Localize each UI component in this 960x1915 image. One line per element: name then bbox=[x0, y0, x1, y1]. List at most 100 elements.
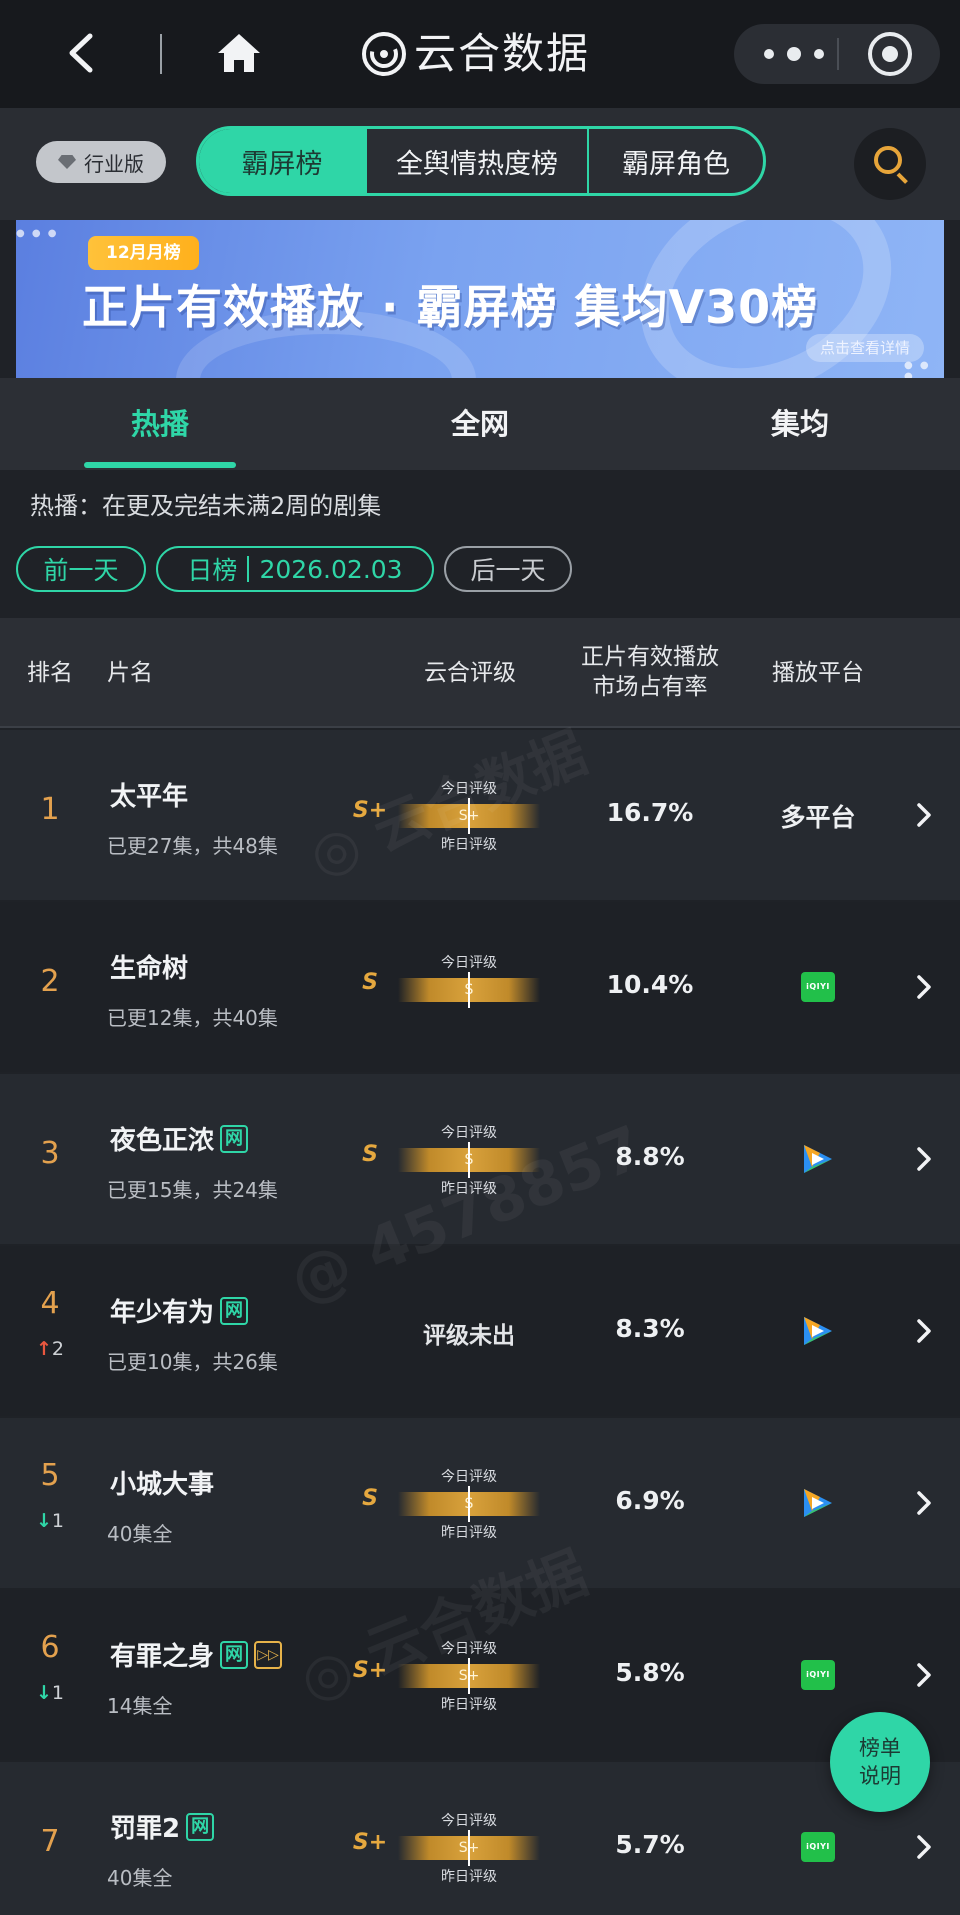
rank-number: 2 bbox=[40, 964, 60, 999]
nav-divider bbox=[160, 34, 162, 74]
scope-tabs: 热播 全网 集均 bbox=[0, 378, 960, 470]
back-icon[interactable] bbox=[62, 28, 102, 78]
table-row[interactable]: 3 夜色正浓网已更15集，共24集 S 今日评级S昨日评级 8.8% bbox=[0, 1074, 960, 1244]
rating-pending: 评级未出 bbox=[423, 1323, 515, 1349]
today-rating-label: 今日评级 bbox=[441, 781, 497, 797]
help-line2: 说明 bbox=[859, 1764, 901, 1788]
rating-grade: S bbox=[362, 1142, 378, 1167]
table-row[interactable]: 4 ↑2 年少有为网已更10集，共26集 评级未出 8.3% bbox=[0, 1246, 960, 1416]
target-icon[interactable] bbox=[868, 32, 912, 76]
drama-title[interactable]: 小城大事 bbox=[110, 1464, 214, 1501]
web-drama-badge: 网 bbox=[220, 1296, 249, 1325]
tab-screen-roles[interactable]: 霸屏角色 bbox=[589, 129, 763, 193]
header-share-line1: 正片有效播放 bbox=[581, 644, 719, 670]
capsule-divider bbox=[837, 38, 839, 70]
market-share: 5.7% bbox=[615, 1830, 685, 1859]
search-button[interactable] bbox=[854, 128, 926, 200]
header-controls: 行业版 霸屏榜 全舆情热度榜 霸屏角色 bbox=[0, 108, 960, 220]
header-title: 片名 bbox=[107, 660, 153, 686]
tencent-video-icon bbox=[800, 1142, 836, 1176]
chevron-right-icon[interactable] bbox=[912, 1488, 936, 1518]
drama-title[interactable]: 生命树 bbox=[110, 948, 188, 985]
day-list-label: 日榜 bbox=[187, 556, 238, 585]
header-share-line2: 市场占有率 bbox=[592, 674, 708, 700]
today-rating-label: 今日评级 bbox=[441, 1813, 497, 1829]
banner-detail-link[interactable]: 点击查看详情 bbox=[806, 334, 925, 362]
tab-hot[interactable]: 热播 bbox=[0, 378, 320, 470]
market-share: 8.3% bbox=[615, 1314, 685, 1343]
month-tag: 12月月榜 bbox=[88, 236, 199, 270]
drama-title-text: 生命树 bbox=[110, 954, 189, 984]
tab-public-opinion[interactable]: 全舆情热度榜 bbox=[367, 129, 589, 193]
drama-title[interactable]: 罚罪2 网 bbox=[110, 1808, 215, 1845]
date-selector[interactable]: 日榜 2026.02.03 bbox=[156, 546, 434, 592]
drama-title[interactable]: 有罪之身网 ▷▷ bbox=[110, 1636, 283, 1673]
iqiyi-icon: iQIYI bbox=[801, 972, 835, 1002]
table-row[interactable]: 7 罚罪2网 40集全 S+ 今日评级S+昨日评级 5.7% iQIYI bbox=[0, 1762, 960, 1915]
diamond-icon bbox=[58, 155, 76, 169]
header-platform: 播放平台 bbox=[772, 660, 864, 686]
promo-banner[interactable]: ● ● ● ● ● ● 12月月榜 正片有效播放 · 霸屏榜 集均V30榜 点击… bbox=[16, 220, 944, 378]
market-share: 5.8% bbox=[615, 1658, 685, 1687]
ranking-help-button[interactable]: 榜单 说明 bbox=[830, 1712, 930, 1812]
tab-per-episode[interactable]: 集均 bbox=[640, 378, 960, 470]
tab-all-network[interactable]: 全网 bbox=[320, 378, 640, 470]
drama-title-text: 太平年 bbox=[110, 782, 189, 812]
rating-comparison: 今日评级S bbox=[398, 952, 540, 1028]
ranking-segment-tabs: 霸屏榜 全舆情热度榜 霸屏角色 bbox=[196, 126, 766, 196]
episode-progress: 已更27集，共48集 bbox=[107, 834, 278, 858]
more-dots-icon[interactable] bbox=[764, 38, 824, 70]
chevron-right-icon[interactable] bbox=[912, 1144, 936, 1174]
rating-grade: S bbox=[362, 1486, 378, 1511]
industry-edition-pill[interactable]: 行业版 bbox=[36, 141, 166, 183]
drama-title[interactable]: 夜色正浓网 bbox=[110, 1120, 249, 1157]
chevron-right-icon[interactable] bbox=[912, 972, 936, 1002]
chevron-right-icon[interactable] bbox=[912, 1832, 936, 1862]
tencent-video-icon bbox=[800, 1486, 836, 1520]
today-rating-label: 今日评级 bbox=[441, 1469, 497, 1485]
header-rank: 排名 bbox=[27, 660, 73, 686]
rating-comparison: 今日评级S+昨日评级 bbox=[398, 1810, 540, 1886]
yesterday-rating-label: 昨日评级 bbox=[441, 837, 497, 853]
rating-marker bbox=[468, 1658, 470, 1694]
rating-marker bbox=[468, 1486, 470, 1522]
rank-change-value: 1 bbox=[51, 1510, 64, 1532]
rating-comparison: 今日评级S+昨日评级 bbox=[398, 1638, 540, 1714]
banner-title: 正片有效播放 · 霸屏榜 集均V30榜 bbox=[82, 280, 819, 334]
drama-title-text: 有罪之身 bbox=[110, 1642, 215, 1672]
help-line1: 榜单 bbox=[859, 1736, 901, 1760]
table-row[interactable]: 1 太平年已更27集，共48集 S+ 今日评级S+昨日评级 16.7% 多平台 bbox=[0, 730, 960, 900]
rating-comparison: 今日评级S+昨日评级 bbox=[398, 778, 540, 854]
drama-title-text: 小城大事 bbox=[110, 1470, 215, 1500]
prev-day-button[interactable]: 前一天 bbox=[16, 546, 146, 592]
industry-edition-label: 行业版 bbox=[84, 151, 144, 176]
episode-progress: 已更10集，共26集 bbox=[107, 1350, 278, 1374]
episode-progress: 已更15集，共24集 bbox=[107, 1178, 278, 1202]
table-row[interactable]: 5 ↓1 小城大事 40集全 S 今日评级S昨日评级 6.9% bbox=[0, 1418, 960, 1588]
episode-progress: 已更12集，共40集 bbox=[107, 1006, 278, 1030]
yesterday-rating-label: 昨日评级 bbox=[441, 1181, 497, 1197]
today-rating-label: 今日评级 bbox=[441, 1125, 497, 1141]
table-row[interactable]: 2 生命树已更12集，共40集 S 今日评级S 10.4% iQIYI bbox=[0, 902, 960, 1072]
rank-number: 3 bbox=[40, 1136, 60, 1171]
chevron-right-icon[interactable] bbox=[912, 800, 936, 830]
drama-title[interactable]: 太平年 bbox=[110, 776, 188, 813]
table-row[interactable]: 6 ↓1 有罪之身网▷▷ 14集全 S+ 今日评级S+昨日评级 5.8% iQIYI bbox=[0, 1590, 960, 1760]
rating-grade: S+ bbox=[352, 798, 388, 823]
web-drama-badge: 网 bbox=[186, 1812, 215, 1841]
iqiyi-icon: iQIYI bbox=[801, 1832, 835, 1862]
tencent-video-icon bbox=[800, 1314, 836, 1348]
rank-number: 5 bbox=[40, 1458, 60, 1493]
top-nav-bar: 云合数据 bbox=[0, 0, 960, 108]
date-value: 2026.02.03 bbox=[259, 554, 403, 584]
today-rating-label: 今日评级 bbox=[441, 955, 497, 971]
tab-bapingbang[interactable]: 霸屏榜 bbox=[199, 129, 367, 193]
rating-marker bbox=[468, 1142, 470, 1178]
home-icon[interactable] bbox=[214, 28, 264, 78]
chevron-right-icon[interactable] bbox=[912, 1660, 936, 1690]
drama-title[interactable]: 年少有为网 bbox=[110, 1292, 249, 1329]
chevron-right-icon[interactable] bbox=[912, 1316, 936, 1346]
rank-up-arrow-icon: ↑ bbox=[35, 1338, 52, 1360]
next-day-button[interactable]: 后一天 bbox=[444, 546, 572, 592]
yesterday-rating-label: 昨日评级 bbox=[441, 1869, 497, 1885]
